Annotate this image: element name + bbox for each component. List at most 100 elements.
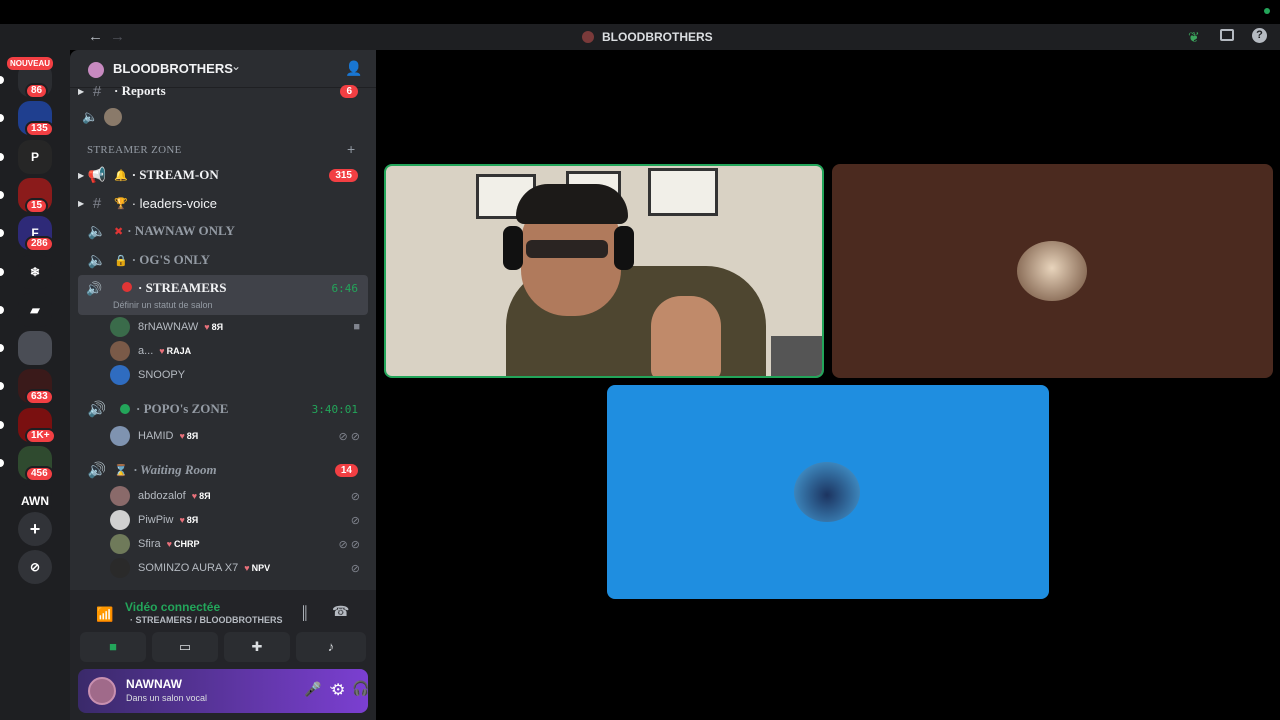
channel-deco-icon: 🔒 — [114, 254, 128, 267]
signal-icon[interactable]: 📶 — [96, 606, 113, 623]
video-tile-camera[interactable] — [384, 164, 824, 378]
unread-pill — [0, 420, 4, 429]
user-tag: ♥ 8Я — [179, 515, 198, 525]
explore-icon[interactable]: ⊘ — [18, 550, 52, 584]
server-icon — [582, 31, 594, 43]
tag-text: 8Я — [199, 491, 211, 501]
user-name: SNOOPY — [138, 369, 186, 381]
new-badge: NOUVEAU — [7, 57, 54, 70]
channel-waiting-room[interactable]: 🔊 ⌛ · Waiting Room 14 — [78, 457, 368, 483]
mention-badge: 456 — [25, 466, 54, 482]
couch — [771, 336, 822, 376]
channel-type-icon: 📢 — [87, 167, 107, 184]
channel-name: · STREAM-ON — [131, 167, 219, 182]
activities-button[interactable]: ✚ — [224, 632, 290, 662]
add-server-icon[interactable]: + — [18, 512, 52, 546]
back-icon[interactable]: ← — [88, 28, 103, 45]
channel-status[interactable]: Définir un statut de salon — [113, 300, 213, 310]
video-tile-user-2[interactable] — [832, 164, 1273, 378]
unread-pill — [0, 382, 4, 391]
voice-user[interactable]: HAMID ♥ 8Я — [110, 425, 198, 447]
unread-pill — [0, 190, 4, 199]
channel-type-icon: # — [92, 194, 102, 212]
tag-text: RAJA — [166, 346, 192, 356]
invite-icon[interactable]: 👤 — [345, 60, 362, 77]
voice-user[interactable]: 8rNAWNAW ♥ 8Я — [110, 316, 223, 338]
server-icon[interactable]: ▰ — [18, 292, 52, 327]
unread-pill — [0, 305, 4, 314]
channel-type-icon: 🔈 — [87, 223, 107, 240]
channel-name: · Waiting Room — [133, 462, 217, 477]
voice-user[interactable]: a... ♥ RAJA — [110, 340, 191, 362]
hash-icon: # — [92, 82, 102, 100]
user-status: Dans un salon vocal — [126, 693, 208, 703]
video-tile-user-3[interactable] — [607, 385, 1049, 599]
server-rail: NOUVEAU 86 135 P 15 F 286 ❄ ▰ 633 1K+ 456 AWN + ⊘ — [0, 50, 70, 720]
user-avatar — [110, 341, 130, 361]
tag-icon: ♥ — [191, 491, 198, 501]
voice-user[interactable]: SOMINZO AURA X7 ♥ NPV — [110, 557, 270, 579]
wall-frame — [648, 168, 718, 216]
help-icon[interactable]: ? — [1252, 28, 1267, 43]
unread-pill — [0, 114, 4, 123]
mention-badge: 286 — [25, 236, 54, 253]
channel-streamers[interactable]: 🔊 · STREAMERS 6:46 Définir un statut de … — [78, 275, 368, 315]
unread-pill — [0, 76, 4, 84]
tag-icon: ♥ — [159, 346, 165, 356]
voice-user[interactable]: Sfira ♥ CHRP — [110, 533, 199, 555]
window-title: BLOODBROTHERS — [602, 30, 713, 44]
server-icon[interactable] — [18, 331, 52, 366]
user-tag: ♥ CHRP — [167, 539, 200, 549]
unread-pill — [0, 267, 4, 276]
settings-gear-icon[interactable]: ⚙ — [331, 680, 345, 700]
recording-indicator — [1264, 8, 1270, 14]
voice-user[interactable]: PiwPiw ♥ 8Я — [110, 509, 198, 531]
channel-reports[interactable]: ▶ # · Reports 6 — [78, 78, 368, 104]
user-tag: ♥ 8Я — [192, 491, 211, 501]
server-icon[interactable]: P — [18, 139, 52, 174]
screen-share-button[interactable]: ▭ — [152, 632, 218, 662]
headphones-left — [503, 226, 523, 270]
noise-suppression-icon[interactable]: ║ — [300, 605, 309, 620]
user-tag: ♥ NPV — [244, 563, 270, 573]
channel-row[interactable]: 🔈 ✖ · NAWNAW ONLY — [78, 218, 368, 244]
unread-pill — [0, 459, 4, 467]
video-stage — [376, 50, 1280, 720]
headphones-icon[interactable]: 🎧 — [352, 680, 369, 697]
category-streamer-zone[interactable]: STREAMER ZONE — [87, 144, 182, 156]
user-tag: ♥ 8Я — [204, 322, 223, 332]
user-avatar — [110, 510, 130, 530]
server-icon[interactable]: ❄ — [18, 254, 52, 289]
soundboard-button[interactable]: ♪ — [296, 632, 366, 662]
muted-icon: ⊘ — [350, 515, 360, 527]
voice-location[interactable]: · STREAMERS / BLOODBROTHERS — [130, 615, 283, 625]
user-name: PiwPiw — [138, 514, 174, 526]
voice-user[interactable]: SNOOPY — [110, 364, 185, 386]
inbox-icon[interactable] — [1220, 29, 1234, 41]
voice-user[interactable]: abdozalof ♥ 8Я — [110, 485, 211, 507]
microphone-icon[interactable]: 🎤 — [304, 681, 321, 698]
voice-channel-icon: 🔊 — [87, 401, 107, 418]
tag-text: 8Я — [186, 431, 199, 441]
tag-icon: ♥ — [244, 563, 250, 573]
user-tag: ♥ RAJA — [159, 346, 191, 356]
unread-badge: 14 — [334, 463, 358, 477]
nitro-leaf-icon[interactable]: ❦ — [1188, 29, 1200, 46]
channel-row[interactable]: ▶ # 🏆 · leaders-voice — [78, 190, 368, 216]
user-avatar — [110, 534, 130, 554]
person-hand — [651, 296, 721, 376]
voice-channel-icon: 🔊 — [87, 462, 107, 479]
voice-row-small[interactable]: 🔈 — [82, 108, 130, 126]
channel-row[interactable]: ▶ 📢 🔔 · STREAM-ON 315 — [78, 162, 368, 188]
channel-row[interactable]: 🔈 🔒 · OG'S ONLY — [78, 247, 368, 273]
disconnect-icon[interactable]: ☎ — [332, 603, 349, 620]
red-dot-icon — [122, 282, 132, 292]
username[interactable]: NAWNAW — [126, 677, 182, 691]
muted-icon: ⊘ — [350, 563, 360, 575]
tag-text: CHRP — [173, 539, 200, 549]
channel-popo-zone[interactable]: 🔊 · POPO's ZONE 3:40:01 — [78, 396, 368, 422]
user-avatar[interactable] — [88, 677, 116, 705]
forward-icon[interactable]: → — [110, 28, 125, 45]
camera-button[interactable]: ■ — [80, 632, 146, 662]
add-channel-icon[interactable]: + — [347, 141, 355, 157]
